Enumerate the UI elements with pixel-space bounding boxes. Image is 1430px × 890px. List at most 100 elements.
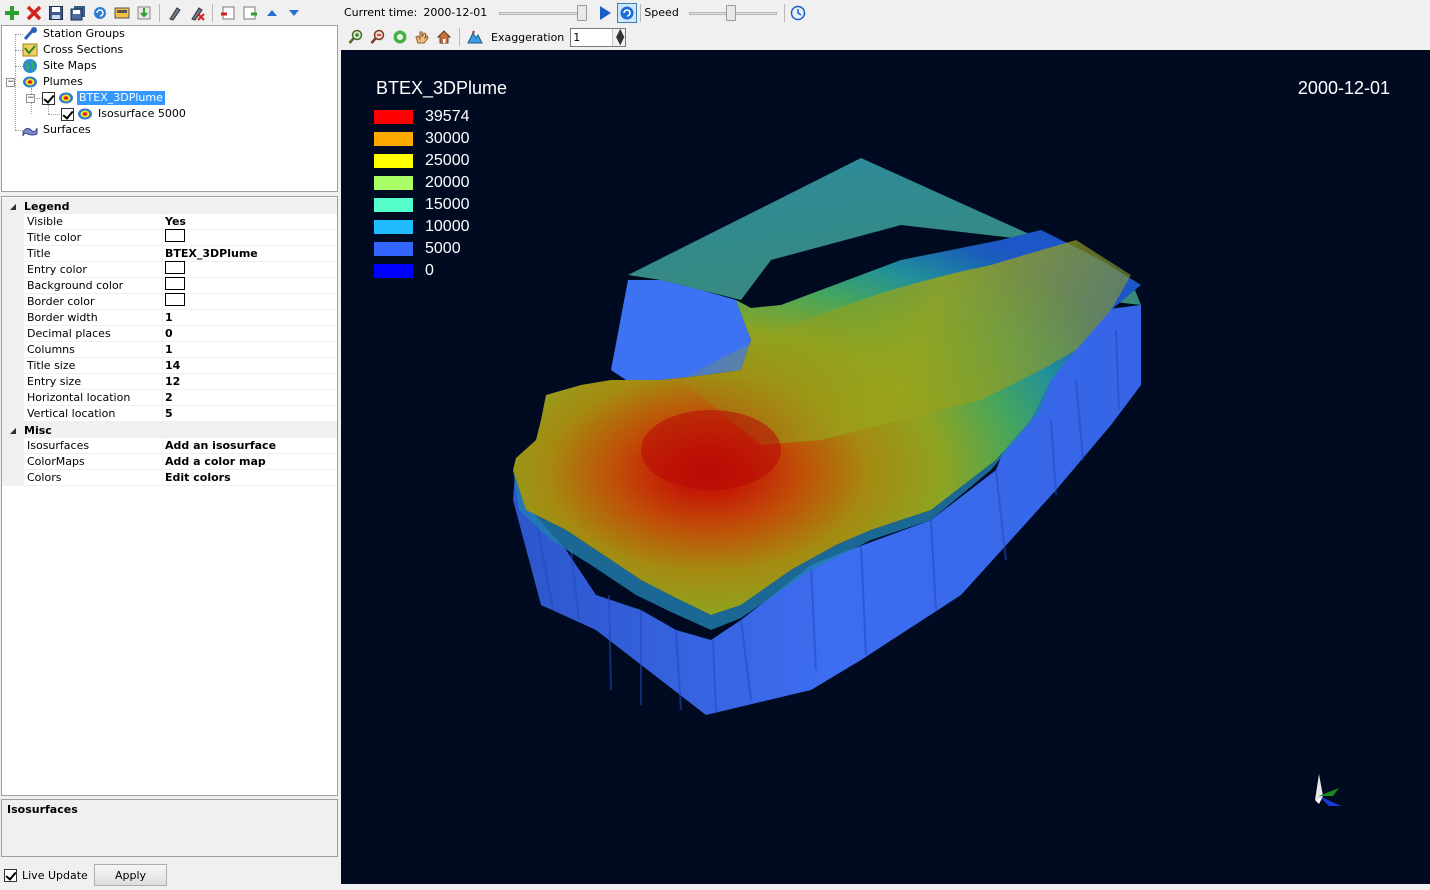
- legend-entry: 30000: [374, 128, 470, 150]
- property-row-background-color[interactable]: Background color: [2, 277, 337, 294]
- tree-line: [15, 34, 16, 130]
- property-value[interactable]: Yes: [163, 214, 186, 229]
- slider-thumb[interactable]: [577, 4, 588, 21]
- export-right-icon[interactable]: [240, 3, 260, 23]
- legend-swatch: [374, 264, 413, 278]
- apply-button[interactable]: Apply: [94, 864, 167, 886]
- live-update-label[interactable]: Live Update: [22, 869, 88, 882]
- property-value[interactable]: Add a color map: [163, 454, 266, 469]
- legend-swatch: [374, 242, 413, 256]
- property-row-title-color[interactable]: Title color: [2, 229, 337, 246]
- legend-label: 10000: [425, 218, 470, 235]
- category-legend[interactable]: ◢ Legend: [2, 198, 337, 214]
- category-misc[interactable]: ◢ Misc: [2, 422, 337, 438]
- property-name: Columns: [24, 341, 163, 358]
- exaggeration-stepper[interactable]: 1 ▲ ▼: [570, 27, 627, 47]
- property-value[interactable]: 0: [163, 326, 173, 341]
- tree-item-isosurface-5000[interactable]: Isosurface 5000: [61, 106, 188, 122]
- tree-item-cross-sections[interactable]: Cross Sections: [22, 42, 125, 58]
- property-row-isosurfaces[interactable]: Isosurfaces Add an isosurface: [2, 437, 337, 454]
- exaggeration-label: Exaggeration: [491, 30, 565, 44]
- color-swatch[interactable]: [165, 293, 185, 306]
- collapse-btex-toggle[interactable]: −: [26, 94, 35, 103]
- property-value[interactable]: BTEX_3DPlume: [163, 246, 258, 261]
- tree-item-site-maps[interactable]: Site Maps: [22, 58, 99, 74]
- property-row-vertical-location[interactable]: Vertical location 5: [2, 405, 337, 422]
- delete-icon[interactable]: [24, 3, 44, 23]
- slider-thumb[interactable]: [725, 4, 736, 21]
- zoom-in-icon[interactable]: [346, 27, 366, 47]
- save-all-icon[interactable]: [68, 3, 88, 23]
- probe-icon[interactable]: [165, 3, 185, 23]
- time-slider[interactable]: [495, 3, 591, 23]
- refresh-icon[interactable]: [90, 3, 110, 23]
- play-icon[interactable]: [595, 3, 615, 23]
- legend-swatch: [374, 154, 413, 168]
- live-update-checkbox[interactable]: [4, 868, 17, 882]
- stepper-buttons[interactable]: ▲ ▼: [612, 27, 626, 46]
- image-icon[interactable]: [112, 3, 132, 23]
- clock-icon[interactable]: [788, 3, 808, 23]
- property-value[interactable]: 1: [163, 342, 173, 357]
- collapse-plumes-toggle[interactable]: −: [6, 78, 15, 87]
- save-icon[interactable]: [46, 3, 66, 23]
- move-up-icon[interactable]: [262, 3, 282, 23]
- export-left-icon[interactable]: [218, 3, 238, 23]
- property-row-horizontal-location[interactable]: Horizontal location 2: [2, 389, 337, 406]
- property-name: ColorMaps: [24, 453, 163, 470]
- 3d-viewport[interactable]: BTEX_3DPlume 2000-12-01 39574 30000 2500…: [341, 50, 1430, 884]
- legend-swatch: [374, 176, 413, 190]
- tree-item-surfaces[interactable]: Surfaces: [22, 122, 93, 138]
- home-icon[interactable]: [434, 27, 454, 47]
- property-value[interactable]: 2: [163, 390, 173, 405]
- property-row-visible[interactable]: Visible Yes: [2, 213, 337, 230]
- property-row-entry-size[interactable]: Entry size 12: [2, 373, 337, 390]
- tree-item-plumes[interactable]: Plumes: [22, 74, 85, 90]
- property-row-colormaps[interactable]: ColorMaps Add a color map: [2, 453, 337, 470]
- add-icon[interactable]: [2, 3, 22, 23]
- property-name: Visible: [24, 213, 163, 230]
- color-legend: 39574 30000 25000 20000 15000 10000 5000…: [374, 106, 470, 282]
- property-row-columns[interactable]: Columns 1: [2, 341, 337, 358]
- property-row-decimal-places[interactable]: Decimal places 0: [2, 325, 337, 342]
- zoom-extents-icon[interactable]: [390, 27, 410, 47]
- legend-swatch: [374, 220, 413, 234]
- color-swatch[interactable]: [165, 261, 185, 274]
- pan-hand-icon[interactable]: [412, 27, 432, 47]
- toolbar-separator: [640, 3, 642, 22]
- tree-item-btex-3dplume[interactable]: BTEX_3DPlume: [42, 90, 165, 106]
- speed-slider[interactable]: [685, 3, 781, 23]
- legend-entry: 15000: [374, 194, 470, 216]
- property-row-entry-color[interactable]: Entry color: [2, 261, 337, 278]
- property-row-border-color[interactable]: Border color: [2, 293, 337, 310]
- property-value[interactable]: 12: [163, 374, 180, 389]
- property-name: Vertical location: [24, 405, 163, 422]
- color-swatch[interactable]: [165, 277, 185, 290]
- stepper-down-icon[interactable]: ▼: [613, 35, 625, 45]
- import-icon[interactable]: [134, 3, 154, 23]
- property-row-colors[interactable]: Colors Edit colors: [2, 469, 337, 486]
- zoom-out-icon[interactable]: [368, 27, 388, 47]
- tree-item-station-groups[interactable]: Station Groups: [22, 26, 127, 42]
- property-value[interactable]: 5: [163, 406, 173, 421]
- layer-tree: Station Groups Cross Sections Site Maps …: [1, 25, 338, 192]
- legend-label: 25000: [425, 152, 470, 169]
- layer-visible-checkbox[interactable]: [61, 107, 74, 121]
- legend-swatch: [374, 110, 413, 124]
- property-value[interactable]: 1: [163, 310, 173, 325]
- exaggeration-value[interactable]: 1: [571, 31, 612, 44]
- plume-rendering[interactable]: [341, 50, 1430, 884]
- property-row-title-size[interactable]: Title size 14: [2, 357, 337, 374]
- layer-visible-checkbox[interactable]: [42, 91, 55, 105]
- property-row-border-width[interactable]: Border width 1: [2, 309, 337, 326]
- property-row-title[interactable]: Title BTEX_3DPlume: [2, 245, 337, 262]
- loop-icon[interactable]: [617, 2, 638, 23]
- move-down-icon[interactable]: [284, 3, 304, 23]
- color-swatch[interactable]: [165, 229, 185, 242]
- property-value[interactable]: Add an isosurface: [163, 438, 276, 453]
- property-value[interactable]: 14: [163, 358, 180, 373]
- property-value[interactable]: Edit colors: [163, 470, 231, 485]
- remove-probe-icon[interactable]: [187, 3, 207, 23]
- collapse-triangle-icon: ◢: [9, 201, 17, 211]
- globe-icon: [22, 58, 38, 74]
